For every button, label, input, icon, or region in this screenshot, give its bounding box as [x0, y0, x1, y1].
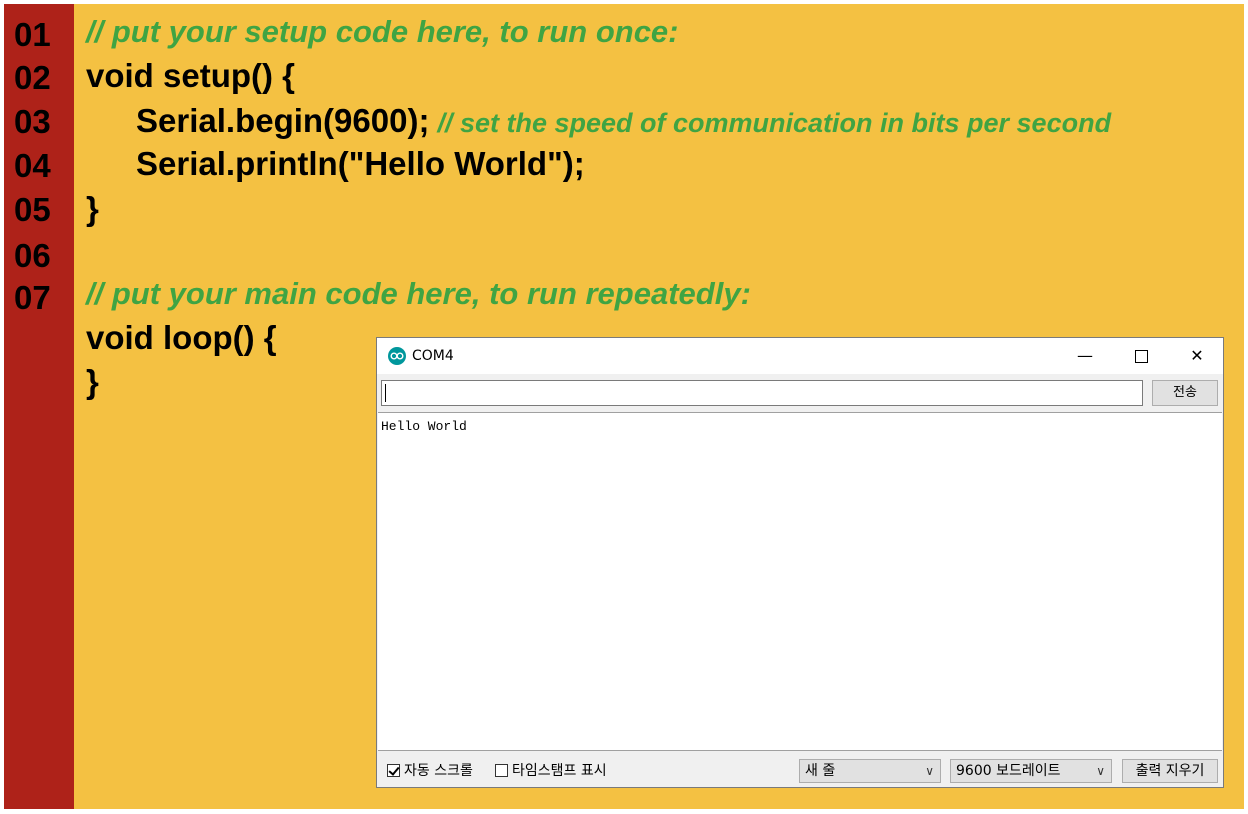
setup-close-brace: }: [86, 190, 99, 227]
serial-begin-code: Serial.begin(9600);: [136, 102, 430, 139]
minimize-button[interactable]: —: [1057, 338, 1113, 374]
autoscroll-label: 자동 스크롤: [404, 763, 473, 779]
timestamp-checkbox[interactable]: 타임스탬프 표시: [495, 763, 607, 779]
serial-begin-line: Serial.begin(9600);// set the speed of c…: [136, 99, 1111, 145]
line-number: 01: [14, 16, 51, 53]
line-number: 07: [14, 279, 51, 316]
text-caret: [385, 384, 386, 402]
minimize-icon: —: [1077, 346, 1093, 365]
line-number: 06: [14, 237, 51, 274]
autoscroll-checkbox[interactable]: 자동 스크롤: [387, 763, 473, 779]
baud-rate-select[interactable]: 9600 보드레이트 ∨: [950, 759, 1112, 783]
arduino-icon: [388, 347, 406, 365]
timestamp-label: 타임스탬프 표시: [512, 763, 607, 779]
bottom-toolbar: 자동 스크롤 타임스탬프 표시 새 줄 ∨ 9600 보드레이트 ∨ 출력 지우…: [377, 752, 1223, 788]
line-number: 05: [14, 191, 51, 228]
setup-signature: void setup() {: [86, 57, 296, 94]
loop-comment: // put your main code here, to run repea…: [86, 276, 751, 311]
chevron-down-icon: ∨: [1096, 764, 1105, 778]
line-number: 03: [14, 103, 51, 140]
close-button[interactable]: ✕: [1169, 338, 1225, 374]
serial-println-line: Serial.println("Hello World");: [136, 145, 585, 182]
maximize-button[interactable]: [1113, 338, 1169, 374]
line-number: 04: [14, 147, 51, 184]
close-icon: ✕: [1190, 346, 1204, 365]
line-number: 02: [14, 59, 51, 96]
checkbox-unchecked-icon: [495, 764, 508, 777]
chevron-down-icon: ∨: [925, 764, 934, 778]
send-input[interactable]: [381, 380, 1143, 406]
maximize-icon: [1134, 350, 1148, 363]
baud-rate-value: 9600 보드레이트: [956, 763, 1061, 779]
line-number-gutter: 01 02 03 04 05 06 07: [4, 4, 74, 809]
output-line: Hello World: [381, 419, 467, 434]
setup-comment: // put your setup code here, to run once…: [86, 14, 679, 49]
title-bar[interactable]: COM4 — ✕: [377, 338, 1223, 374]
serial-begin-comment: // set the speed of communication in bit…: [437, 108, 1112, 138]
clear-output-button[interactable]: 출력 지우기: [1122, 759, 1218, 783]
serial-monitor-window: COM4 — ✕ 전송 Hello World 자동 스크롤 타임스탬프 표시 …: [376, 337, 1224, 788]
send-button[interactable]: 전송: [1152, 380, 1218, 406]
loop-signature: void loop() {: [86, 319, 277, 356]
checkbox-checked-icon: [387, 764, 400, 777]
serial-output[interactable]: Hello World: [378, 412, 1222, 751]
loop-close-brace: }: [86, 363, 99, 400]
window-title: COM4: [412, 348, 454, 364]
line-ending-value: 새 줄: [805, 763, 836, 779]
line-ending-select[interactable]: 새 줄 ∨: [799, 759, 941, 783]
